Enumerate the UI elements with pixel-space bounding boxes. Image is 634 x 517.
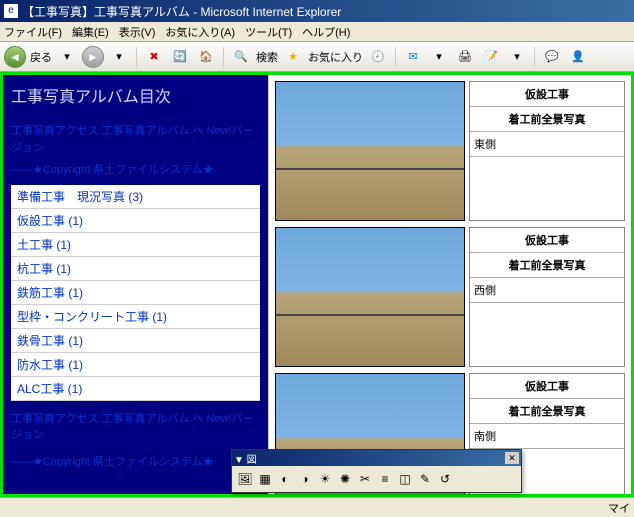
line-icon[interactable]: ≡ [376, 470, 394, 488]
menu-file[interactable]: ファイル(F) [4, 24, 62, 40]
edit-icon[interactable]: 📝 [480, 46, 502, 68]
contrast-down-icon[interactable]: ◑ [296, 470, 314, 488]
search-icon[interactable]: 🔍 [230, 46, 252, 68]
image-marker-icon[interactable]: 🖼 [236, 470, 254, 488]
search-label[interactable]: 検索 [256, 46, 278, 68]
history-icon[interactable]: 🕗 [367, 46, 389, 68]
brightness-up-icon[interactable]: ☀ [316, 470, 334, 488]
category-item[interactable]: 仮設工事 (1) [11, 209, 260, 233]
info-label: 東側 [470, 132, 624, 157]
info-category: 仮設工事 [470, 228, 624, 253]
category-item[interactable]: 鉄骨工事 (1) [11, 329, 260, 353]
photo-info-table: 仮設工事 着工前全景写真 西側 [469, 227, 625, 367]
mail-dropdown-icon[interactable]: ▾ [428, 46, 450, 68]
category-item[interactable]: 鉄筋工事 (1) [11, 281, 260, 305]
window-title: 【工事写真】工事写真アルバム - Microsoft Internet Expl… [22, 3, 341, 20]
forward-dropdown-icon[interactable]: ▾ [108, 46, 130, 68]
category-item[interactable]: ALC工事 (1) [11, 377, 260, 401]
floating-toolbar-titlebar[interactable]: ▼ 図 ✕ [232, 450, 521, 466]
home-icon[interactable]: 🏠 [195, 46, 217, 68]
info-subcategory: 着工前全景写真 [470, 399, 624, 424]
format-icon[interactable]: ✎ [416, 470, 434, 488]
edit-dropdown-icon[interactable]: ▾ [506, 46, 528, 68]
stop-icon[interactable]: ✖ [143, 46, 165, 68]
toolbar-sep [395, 47, 396, 67]
menubar: ファイル(F) 編集(E) 表示(V) お気に入り(A) ツール(T) ヘルプ(… [0, 22, 634, 42]
menu-edit[interactable]: 編集(E) [72, 24, 109, 40]
refresh-icon[interactable]: 🔄 [169, 46, 191, 68]
back-label[interactable]: 戻る [30, 46, 52, 68]
toolbar-sep [534, 47, 535, 67]
main-panel[interactable]: 仮設工事 着工前全景写真 東側 仮設工事 着工前全景写真 西側 仮設工事 着工前… [268, 75, 631, 494]
info-category: 仮設工事 [470, 374, 624, 399]
category-item[interactable]: 土工事 (1) [11, 233, 260, 257]
info-subcategory: 着工前全景写真 [470, 107, 624, 132]
crop-icon[interactable]: ✂ [356, 470, 374, 488]
sidebar-footer-2: ――★Copyright 県土ファイルシステム★ [11, 454, 260, 471]
category-item[interactable]: 杭工事 (1) [11, 257, 260, 281]
category-item[interactable]: 準備工事 現況写真 (3) [11, 185, 260, 209]
status-zone: マイ [608, 500, 630, 516]
menu-view[interactable]: 表示(V) [119, 24, 156, 40]
sidebar-footer-1: 工事写真アクセス 工事写真アルバム へ New!バージョン [11, 411, 260, 444]
photo-row: 仮設工事 着工前全景写真 西側 [275, 227, 625, 367]
floating-toolbar[interactable]: ▼ 図 ✕ 🖼 ▦ ◐ ◑ ☀ ✺ ✂ ≡ ◫ ✎ ↺ [231, 449, 522, 493]
page-title: 工事写真アルバム目次 [11, 83, 260, 107]
info-label: 南側 [470, 424, 624, 449]
contrast-icon[interactable]: ◐ [276, 470, 294, 488]
category-item[interactable]: 型枠・コンクリート工事 (1) [11, 305, 260, 329]
category-item[interactable]: 防水工事 (1) [11, 353, 260, 377]
favorites-star-icon[interactable]: ★ [282, 46, 304, 68]
window-titlebar: e 【工事写真】工事写真アルバム - Microsoft Internet Ex… [0, 0, 634, 22]
toolbar: ◄ 戻る ▾ ► ▾ ✖ 🔄 🏠 🔍 検索 ★ お気に入り 🕗 ✉ ▾ 🖨 📝 … [0, 42, 634, 72]
discuss-icon[interactable]: 💬 [541, 46, 563, 68]
sidebar: 工事写真アルバム目次 工事写真アクセス 工事写真アルバム へ New!バージョン… [3, 75, 268, 494]
mail-icon[interactable]: ✉ [402, 46, 424, 68]
info-category: 仮設工事 [470, 82, 624, 107]
back-button[interactable]: ◄ [4, 46, 26, 68]
grid-icon[interactable]: ▦ [256, 470, 274, 488]
menu-favorites[interactable]: お気に入り(A) [165, 24, 235, 40]
info-label: 西側 [470, 278, 624, 303]
back-dropdown-icon[interactable]: ▾ [56, 46, 78, 68]
messenger-icon[interactable]: 👤 [567, 46, 589, 68]
photo-info-table: 仮設工事 着工前全景写真 東側 [469, 81, 625, 221]
floating-toolbar-title: ▼ 図 [234, 451, 257, 466]
print-icon[interactable]: 🖨 [454, 46, 476, 68]
floating-toolbar-body: 🖼 ▦ ◐ ◑ ☀ ✺ ✂ ≡ ◫ ✎ ↺ [232, 466, 521, 492]
menu-help[interactable]: ヘルプ(H) [302, 24, 350, 40]
info-subcategory: 着工前全景写真 [470, 253, 624, 278]
content-frame: 工事写真アルバム目次 工事写真アクセス 工事写真アルバム へ New!バージョン… [0, 72, 634, 497]
menu-tools[interactable]: ツール(T) [245, 24, 292, 40]
close-icon[interactable]: ✕ [505, 452, 519, 464]
statusbar: マイ [0, 497, 634, 517]
toolbar-sep [223, 47, 224, 67]
photo-thumbnail[interactable] [275, 81, 465, 221]
photo-row: 仮設工事 着工前全景写真 東側 [275, 81, 625, 221]
sidebar-notice-1: 工事写真アクセス 工事写真アルバム へ New!バージョン [11, 123, 260, 156]
toolbar-sep [136, 47, 137, 67]
wrap-icon[interactable]: ◫ [396, 470, 414, 488]
forward-button: ► [82, 46, 104, 68]
favorites-label[interactable]: お気に入り [308, 46, 363, 68]
photo-thumbnail[interactable] [275, 227, 465, 367]
category-list: 準備工事 現況写真 (3) 仮設工事 (1) 土工事 (1) 杭工事 (1) 鉄… [11, 185, 260, 401]
sidebar-notice-2: ――★Copyright 県土ファイルシステム★ [11, 162, 260, 179]
reset-icon[interactable]: ↺ [436, 470, 454, 488]
brightness-down-icon[interactable]: ✺ [336, 470, 354, 488]
ie-icon: e [4, 4, 18, 18]
